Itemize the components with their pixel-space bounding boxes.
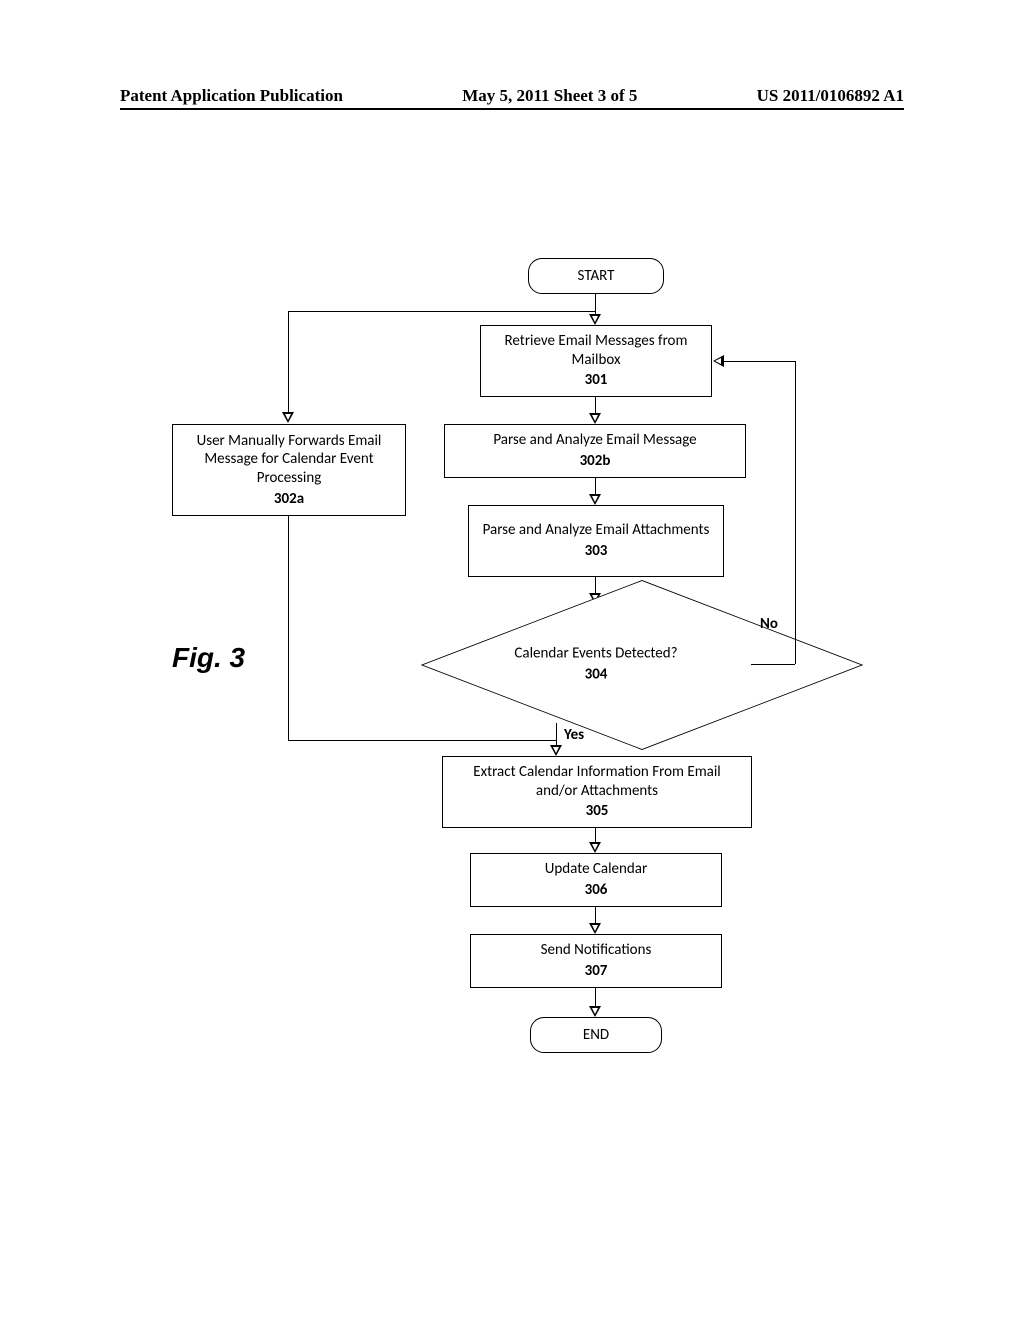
arrowhead-down-icon: [589, 314, 601, 325]
arrowhead-down-icon: [550, 745, 562, 756]
node-303-text: Parse and Analyze Email Attachments: [483, 521, 710, 540]
arrowhead-down-icon: [282, 412, 294, 423]
arrowhead-down-icon: [589, 842, 601, 853]
node-301-text: Retrieve Email Messages from Mailbox: [489, 332, 703, 370]
node-306: Update Calendar 306: [470, 853, 722, 907]
edge-line: [288, 516, 289, 740]
edge-line: [724, 361, 795, 362]
node-305-text: Extract Calendar Information From Email …: [451, 763, 743, 801]
node-305: Extract Calendar Information From Email …: [442, 756, 752, 828]
node-304-text: Calendar Events Detected?: [514, 644, 677, 662]
node-303: Parse and Analyze Email Attachments 303: [468, 505, 724, 577]
node-304-ref: 304: [440, 665, 752, 684]
edge-line: [288, 311, 595, 312]
page: Patent Application Publication May 5, 20…: [0, 0, 1024, 1320]
node-302a-text: User Manually Forwards Email Message for…: [181, 432, 397, 488]
node-304: Calendar Events Detected? 304: [440, 604, 752, 724]
page-header: Patent Application Publication May 5, 20…: [120, 86, 904, 106]
node-302a: User Manually Forwards Email Message for…: [172, 424, 406, 516]
edge-line: [595, 294, 596, 316]
node-302b: Parse and Analyze Email Message 302b: [444, 424, 746, 478]
arrowhead-down-icon: [589, 923, 601, 934]
edge-line: [288, 311, 289, 414]
node-307: Send Notifications 307: [470, 934, 722, 988]
arrowhead-down-icon: [589, 413, 601, 424]
edge-line: [288, 740, 556, 741]
edge-line: [595, 988, 596, 1008]
node-306-ref: 306: [585, 881, 608, 900]
node-305-ref: 305: [586, 802, 609, 821]
node-end-label: END: [583, 1026, 609, 1045]
node-307-text: Send Notifications: [541, 941, 652, 960]
decision-label-no: No: [760, 615, 778, 633]
node-start-label: START: [578, 267, 615, 286]
header-center: May 5, 2011 Sheet 3 of 5: [462, 86, 637, 106]
node-302a-ref: 302a: [274, 490, 304, 509]
edge-line: [751, 664, 795, 665]
arrowhead-down-icon: [589, 494, 601, 505]
node-301-ref: 301: [585, 371, 608, 390]
node-302b-ref: 302b: [580, 452, 611, 471]
node-end: END: [530, 1017, 662, 1053]
decision-label-yes: Yes: [564, 726, 584, 744]
node-start: START: [528, 258, 664, 294]
header-right: US 2011/0106892 A1: [757, 86, 904, 106]
header-left: Patent Application Publication: [120, 86, 343, 106]
node-302b-text: Parse and Analyze Email Message: [493, 431, 696, 450]
edge-line: [556, 723, 557, 747]
header-rule: [120, 108, 904, 110]
node-307-ref: 307: [585, 962, 608, 981]
node-301: Retrieve Email Messages from Mailbox 301: [480, 325, 712, 397]
node-303-ref: 303: [585, 542, 608, 561]
arrowhead-down-icon: [589, 1006, 601, 1017]
figure-label: Fig. 3: [172, 642, 245, 674]
node-306-text: Update Calendar: [545, 860, 647, 879]
edge-line: [795, 361, 796, 664]
arrowhead-left-icon: [713, 355, 724, 367]
